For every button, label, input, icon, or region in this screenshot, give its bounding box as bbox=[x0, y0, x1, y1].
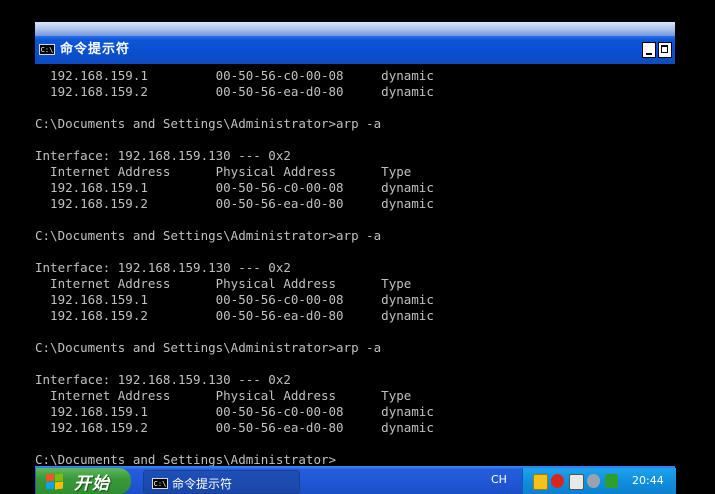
console-line: C:\Documents and Settings\Administrator>… bbox=[35, 116, 382, 131]
update-icon[interactable] bbox=[605, 474, 618, 488]
console-line: Interface: 192.168.159.130 --- 0x2 bbox=[35, 260, 291, 275]
start-label: 开始 bbox=[74, 474, 110, 494]
taskbar-item-label: 命令提示符 bbox=[172, 477, 233, 491]
cmd-icon[interactable]: C:\ bbox=[39, 44, 55, 55]
cmd-icon: C:\ bbox=[152, 478, 168, 489]
maximize-icon[interactable] bbox=[658, 42, 672, 58]
window-title: 命令提示符 bbox=[60, 42, 131, 57]
console-line: 192.168.159.1 00-50-56-c0-00-08 dynamic bbox=[35, 404, 434, 419]
console-line: 192.168.159.2 00-50-56-ea-d0-80 dynamic bbox=[35, 84, 434, 99]
language-indicator[interactable]: CH bbox=[491, 473, 507, 486]
console-line: C:\Documents and Settings\Administrator>… bbox=[35, 340, 382, 355]
console-line: Internet Address Physical Address Type bbox=[35, 276, 412, 291]
console-line: Internet Address Physical Address Type bbox=[35, 164, 412, 179]
console-line: 192.168.159.1 00-50-56-c0-00-08 dynamic bbox=[35, 292, 434, 307]
console-line: 192.168.159.1 00-50-56-c0-00-08 dynamic bbox=[35, 68, 434, 83]
clock[interactable]: 20:44 bbox=[632, 474, 664, 487]
console-line: 192.168.159.2 00-50-56-ea-d0-80 dynamic bbox=[35, 196, 434, 211]
console-line: Interface: 192.168.159.130 --- 0x2 bbox=[35, 148, 291, 163]
network-icon[interactable] bbox=[587, 474, 600, 488]
shield-icon[interactable] bbox=[533, 474, 548, 490]
taskbar-item-cmd[interactable]: C:\ 命令提示符 bbox=[143, 470, 300, 494]
system-tray: 20:44 bbox=[522, 468, 676, 494]
console-output[interactable]: 192.168.159.1 00-50-56-c0-00-08 dynamic … bbox=[35, 64, 675, 466]
desktop-edge bbox=[675, 36, 715, 466]
start-button[interactable]: 开始 bbox=[36, 468, 131, 494]
desktop-wallpaper-strip bbox=[35, 22, 675, 36]
console-line: 192.168.159.1 00-50-56-c0-00-08 dynamic bbox=[35, 180, 434, 195]
console-line: Interface: 192.168.159.130 --- 0x2 bbox=[35, 372, 291, 387]
console-line: 192.168.159.2 00-50-56-ea-d0-80 dynamic bbox=[35, 420, 434, 435]
window-title-bar[interactable]: C:\ 命令提示符 bbox=[35, 36, 675, 64]
vmware-icon[interactable] bbox=[569, 474, 584, 490]
security-alert-icon[interactable] bbox=[551, 474, 564, 488]
console-line: C:\Documents and Settings\Administrator>… bbox=[35, 228, 382, 243]
desktop-background bbox=[0, 0, 715, 36]
taskbar: 开始 C:\ 命令提示符 CH 20:44 bbox=[35, 466, 676, 494]
windows-logo-icon bbox=[46, 473, 64, 490]
console-line: 192.168.159.2 00-50-56-ea-d0-80 dynamic bbox=[35, 308, 434, 323]
console-line: C:\Documents and Settings\Administrator> bbox=[35, 452, 337, 466]
minimize-icon[interactable] bbox=[642, 42, 656, 58]
console-line: Internet Address Physical Address Type bbox=[35, 388, 412, 403]
